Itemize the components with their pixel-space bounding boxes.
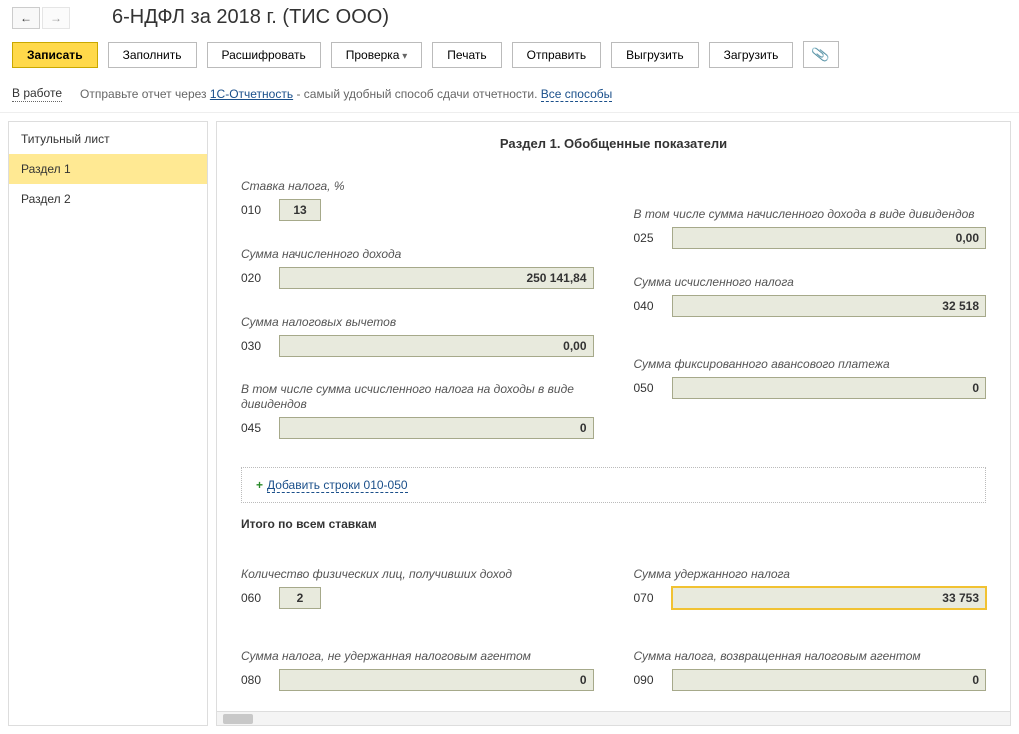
label-calc: Сумма исчисленного налога: [634, 263, 987, 291]
totals-heading: Итого по всем ставкам: [241, 517, 986, 531]
label-fixed: Сумма фиксированного авансового платежа: [634, 331, 987, 373]
code-030: 030: [241, 339, 269, 353]
status-link[interactable]: В работе: [12, 86, 62, 102]
attach-button[interactable]: 📎: [803, 41, 838, 68]
add-lines-link[interactable]: + Добавить строки 010-050: [256, 478, 408, 492]
section-title: Раздел 1. Обобщенные показатели: [241, 136, 986, 151]
input-090[interactable]: 0: [672, 669, 987, 691]
input-010[interactable]: 13: [279, 199, 321, 221]
label-returned: Сумма налога, возвращенная налоговым аге…: [634, 623, 987, 665]
label-held: Сумма удержанного налога: [634, 541, 987, 583]
code-070: 070: [634, 591, 662, 605]
main-panel: Раздел 1. Обобщенные показатели Ставка н…: [216, 121, 1011, 726]
code-045: 045: [241, 421, 269, 435]
paperclip-icon: 📎: [811, 45, 831, 65]
input-045[interactable]: 0: [279, 417, 594, 439]
label-div-calc: В том числе сумма исчисленного налога на…: [241, 371, 594, 413]
plus-icon: +: [256, 478, 263, 492]
label-notheld: Сумма налога, не удержанная налоговым аг…: [241, 623, 594, 665]
code-010: 010: [241, 203, 269, 217]
input-020[interactable]: 250 141,84: [279, 267, 594, 289]
write-button[interactable]: Записать: [12, 42, 98, 68]
code-060: 060: [241, 591, 269, 605]
sidebar-item-section1[interactable]: Раздел 1: [9, 154, 207, 184]
page-title: 6-НДФЛ за 2018 г. (ТИС ООО): [112, 6, 389, 29]
label-div-income: В том числе сумма начисленного дохода в …: [634, 167, 987, 223]
toolbar: Записать Заполнить Расшифровать Проверка…: [0, 35, 1019, 78]
info-hint: Отправьте отчет через 1С-Отчетность - са…: [80, 87, 612, 101]
decode-button[interactable]: Расшифровать: [207, 42, 321, 68]
add-lines-text: Добавить строки 010-050: [267, 478, 408, 493]
scroll-thumb[interactable]: [223, 714, 253, 724]
code-050: 050: [634, 381, 662, 395]
input-050[interactable]: 0: [672, 377, 987, 399]
code-025: 025: [634, 231, 662, 245]
horizontal-scrollbar[interactable]: [217, 711, 1010, 725]
input-040[interactable]: 32 518: [672, 295, 987, 317]
hint-post: - самый удобный способ сдачи отчетности.: [293, 87, 541, 101]
input-070[interactable]: 33 753: [672, 587, 987, 609]
label-income: Сумма начисленного дохода: [241, 235, 594, 263]
label-count: Количество физических лиц, получивших до…: [241, 541, 594, 583]
check-button[interactable]: Проверка: [331, 42, 423, 68]
input-030[interactable]: 0,00: [279, 335, 594, 357]
code-040: 040: [634, 299, 662, 313]
input-080[interactable]: 0: [279, 669, 594, 691]
load-button[interactable]: Загрузить: [709, 42, 794, 68]
sidebar: Титульный лист Раздел 1 Раздел 2: [8, 121, 208, 726]
nav-back-button[interactable]: ←: [12, 7, 40, 29]
export-button[interactable]: Выгрузить: [611, 42, 699, 68]
nav-forward-button[interactable]: →: [42, 7, 70, 29]
code-080: 080: [241, 673, 269, 687]
input-025[interactable]: 0,00: [672, 227, 987, 249]
all-methods-link[interactable]: Все способы: [541, 87, 613, 102]
code-020: 020: [241, 271, 269, 285]
print-button[interactable]: Печать: [432, 42, 501, 68]
sidebar-item-section2[interactable]: Раздел 2: [9, 184, 207, 214]
label-deduct: Сумма налоговых вычетов: [241, 303, 594, 331]
fill-button[interactable]: Заполнить: [108, 42, 197, 68]
code-090: 090: [634, 673, 662, 687]
send-button[interactable]: Отправить: [512, 42, 602, 68]
add-lines-box: + Добавить строки 010-050: [241, 467, 986, 503]
hint-pre: Отправьте отчет через: [80, 87, 210, 101]
report-link[interactable]: 1С-Отчетность: [210, 87, 293, 101]
label-rate: Ставка налога, %: [241, 167, 594, 195]
input-060[interactable]: 2: [279, 587, 321, 609]
sidebar-item-title-page[interactable]: Титульный лист: [9, 124, 207, 154]
